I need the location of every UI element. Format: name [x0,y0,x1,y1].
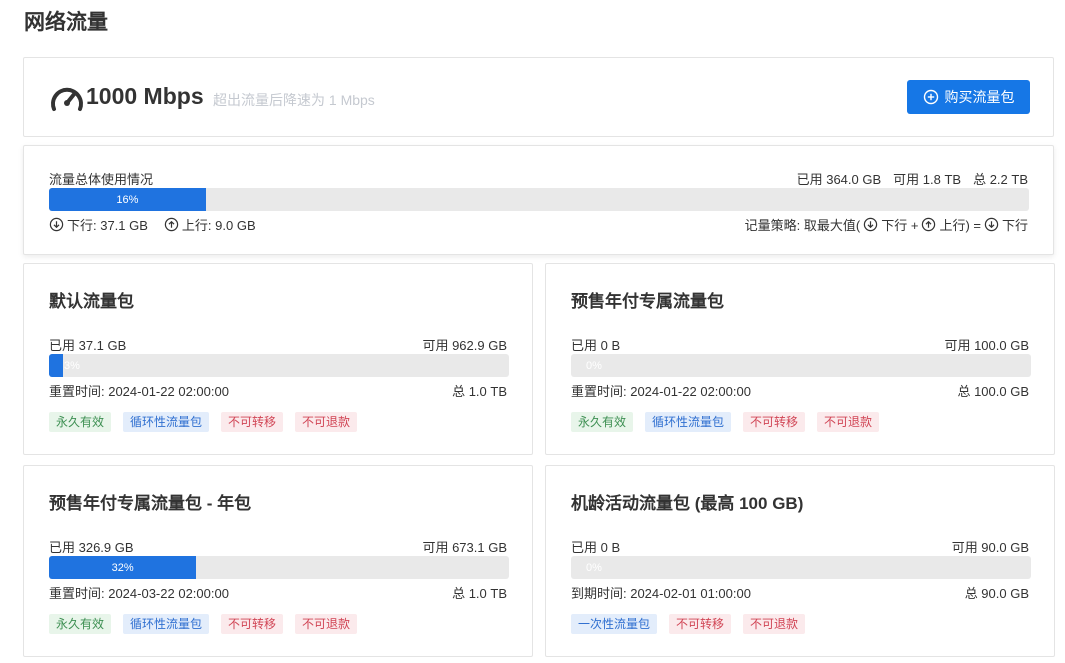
tag-red: 不可转移 [221,412,284,432]
tag-green: 永久有效 [49,614,112,634]
tag-red: 不可转移 [743,412,806,432]
metering-policy: 记量策略: 取最大值( 下行 + 上行) = 下行 [745,215,1028,234]
tag-red: 不可退款 [817,412,880,432]
package-card: 默认流量包 已用 37.1 GB 可用 962.9 GB 3% 重置时间: 20… [23,263,533,455]
package-total: 总 90.0 GB [964,586,1029,601]
package-title: 预售年付专属流量包 [571,292,724,311]
download-stat: 下行: 37.1 GB [67,218,148,233]
page-title: 网络流量 [24,11,108,34]
package-used: 已用 0 B [571,540,621,555]
arrow-up-circle-icon [922,217,936,232]
speed-limit-note: 超出流量后降速为 1 Mbps [213,92,375,108]
policy-up: 上行) = [939,218,981,233]
package-tags: 永久有效 循环性流量包 不可转移 不可退款 [571,412,880,432]
package-title: 机龄活动流量包 (最高 100 GB) [571,494,804,513]
arrow-down-circle-icon [864,217,878,232]
buy-traffic-package-button[interactable]: 购买流量包 [907,80,1030,114]
speedometer-icon [51,87,83,111]
package-available: 可用 100.0 GB [944,338,1029,353]
tag-red: 不可退款 [295,412,358,432]
overall-available: 可用 1.8 TB [893,172,962,187]
policy-result: 下行 [1001,218,1028,233]
overall-usage-label: 流量总体使用情况 [49,172,154,187]
speed-card: 1000 Mbps 超出流量后降速为 1 Mbps 购买流量包 [23,57,1054,137]
overall-progress-label: 16% [116,193,139,206]
overall-progress-bar: 16% [49,188,1029,211]
upload-stat: 上行: 9.0 GB [181,218,256,233]
package-used: 已用 37.1 GB [49,338,127,353]
package-card: 预售年付专属流量包 已用 0 B 可用 100.0 GB 0% 重置时间: 20… [545,263,1055,455]
speed-value: 1000 Mbps [86,83,204,109]
arrow-down-circle-icon [49,217,64,232]
tag-blue: 循环性流量包 [123,614,210,634]
package-used: 已用 326.9 GB [49,540,134,555]
tag-blue: 一次性流量包 [571,614,658,634]
package-progress-bar: 3% [49,354,509,377]
package-progress-label: 32% [111,561,134,574]
tag-blue: 循环性流量包 [123,412,210,432]
traffic-direction-stats: 下行: 37.1 GB 上行: 9.0 GB [49,215,256,234]
package-total: 总 1.0 TB [452,586,507,601]
package-progress-bar: 0% [571,556,1031,579]
tag-red: 不可退款 [295,614,358,634]
package-available: 可用 673.1 GB [422,540,507,555]
tag-red: 不可转移 [669,614,732,634]
overall-total: 总 2.2 TB [973,172,1028,187]
tag-blue: 循环性流量包 [645,412,732,432]
package-progress-label: 3% [64,359,80,372]
overall-usage-summary: 已用 364.0 GB 可用 1.8 TB 总 2.2 TB [797,169,1028,188]
policy-prefix: 记量策略: 取最大值( [744,218,861,233]
package-reset-time: 重置时间: 2024-01-22 02:00:00 [571,384,751,399]
package-tags: 永久有效 循环性流量包 不可转移 不可退款 [49,614,358,634]
package-progress-label: 0% [586,561,602,574]
package-reset-time: 重置时间: 2024-03-22 02:00:00 [49,586,229,601]
package-used: 已用 0 B [571,338,621,353]
package-total: 总 100.0 GB [957,384,1029,399]
tag-red: 不可退款 [743,614,806,634]
package-title: 默认流量包 [49,292,134,311]
buy-button-label: 购买流量包 [944,89,1015,105]
overall-usage-card: 流量总体使用情况 已用 364.0 GB 可用 1.8 TB 总 2.2 TB … [23,145,1054,255]
package-card: 预售年付专属流量包 - 年包 已用 326.9 GB 可用 673.1 GB 3… [23,465,533,657]
policy-down: 下行 + [881,218,919,233]
package-progress-label: 0% [586,359,602,372]
package-progress-bar: 32% [49,556,509,579]
package-expiry-time: 到期时间: 2024-02-01 01:00:00 [571,586,751,601]
package-progress-bar: 0% [571,354,1031,377]
package-card: 机龄活动流量包 (最高 100 GB) 已用 0 B 可用 90.0 GB 0%… [545,465,1055,657]
plus-circle-icon [923,89,938,105]
package-title: 预售年付专属流量包 - 年包 [49,494,252,513]
package-total: 总 1.0 TB [452,384,507,399]
arrow-up-circle-icon [164,217,179,232]
package-reset-time: 重置时间: 2024-01-22 02:00:00 [49,384,229,399]
package-tags: 一次性流量包 不可转移 不可退款 [571,614,806,634]
package-available: 可用 962.9 GB [422,338,507,353]
arrow-down-circle-icon [984,217,999,232]
tag-green: 永久有效 [49,412,112,432]
tag-green: 永久有效 [571,412,634,432]
package-available: 可用 90.0 GB [951,540,1029,555]
tag-red: 不可转移 [221,614,284,634]
overall-used: 已用 364.0 GB [796,172,882,187]
package-tags: 永久有效 循环性流量包 不可转移 不可退款 [49,412,358,432]
